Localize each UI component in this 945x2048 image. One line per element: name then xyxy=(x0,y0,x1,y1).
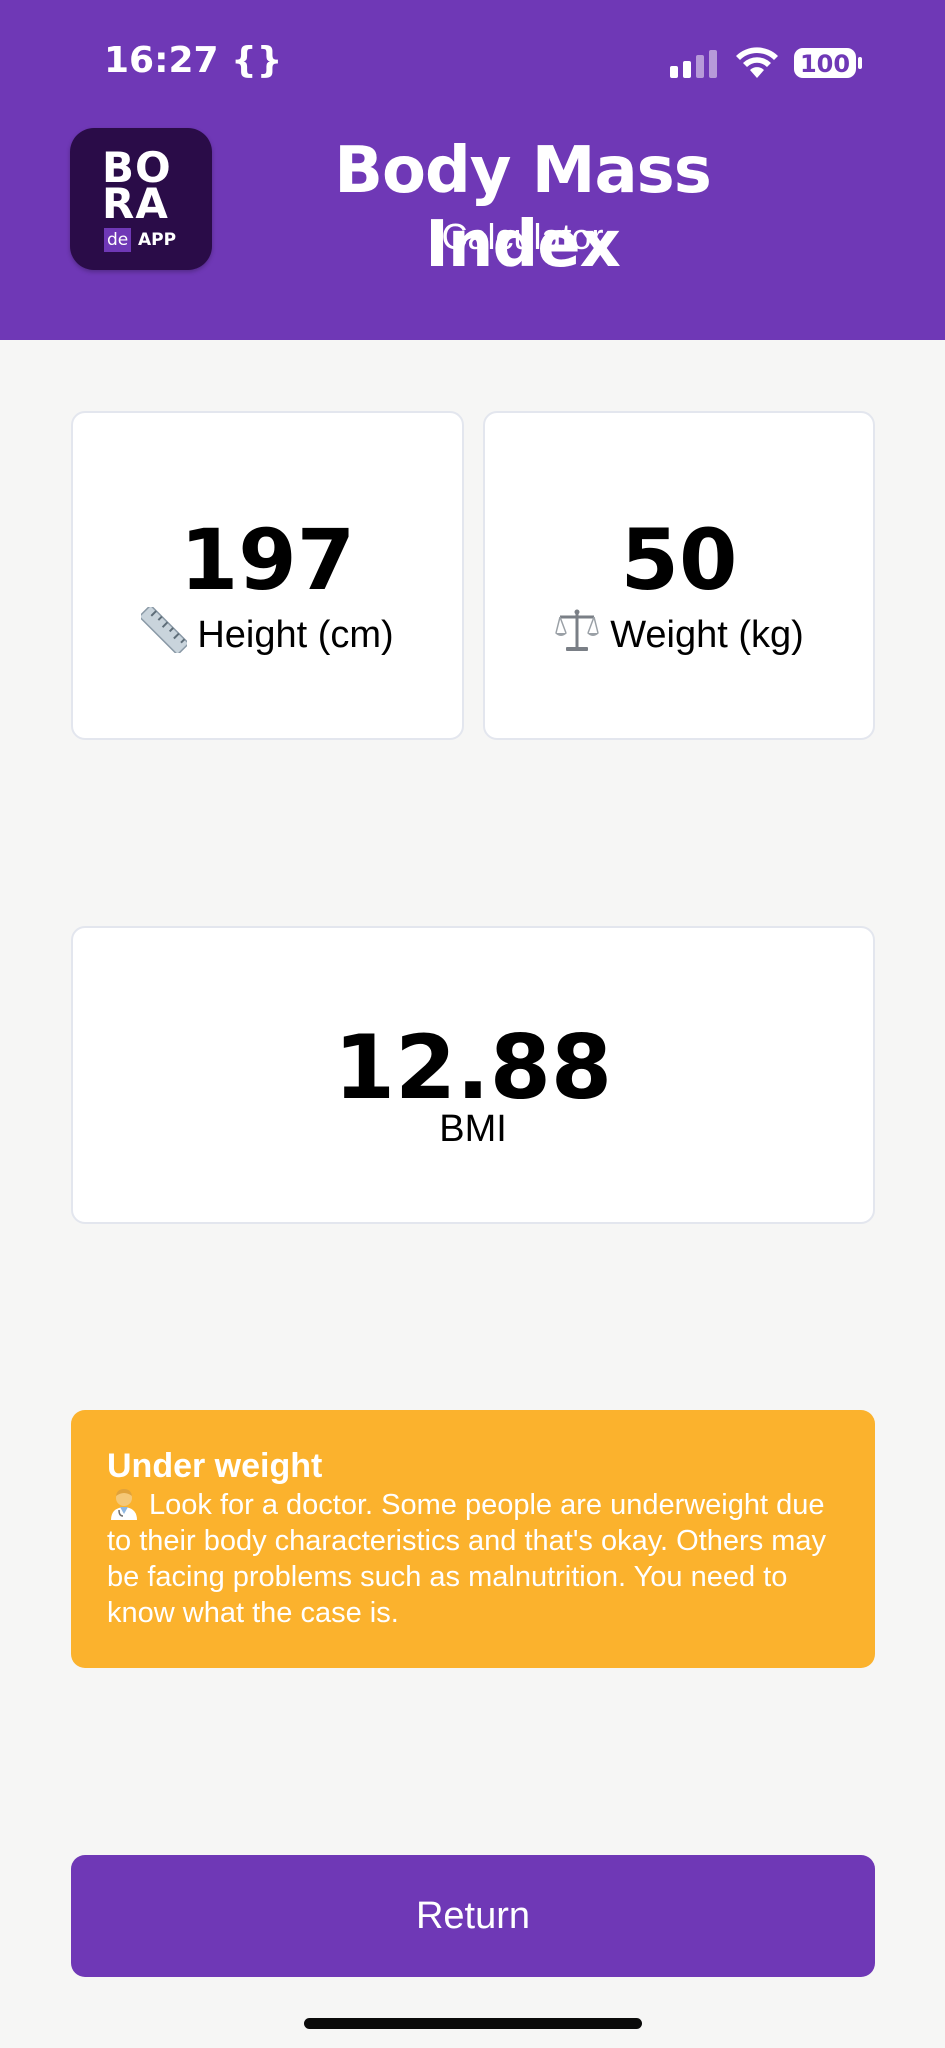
bmi-value: 12.88 xyxy=(333,1016,613,1119)
weight-card[interactable]: 50 Weight (kg) xyxy=(483,411,875,740)
logo-de: de xyxy=(104,228,132,252)
battery-level: 100 xyxy=(799,50,851,78)
advice-panel: Under weight Look for a doctor. Some peo… xyxy=(71,1410,875,1668)
battery-icon: 100 xyxy=(793,47,863,79)
cellular-signal-icon xyxy=(670,50,717,78)
height-label: Height (cm) xyxy=(197,614,394,656)
weight-value: 50 xyxy=(620,511,738,609)
bmi-result-card: 12.88 BMI xyxy=(71,926,875,1224)
bmi-label: BMI xyxy=(439,1108,507,1150)
height-label-row: Height (cm) xyxy=(73,607,462,657)
advice-text-block: Look for a doctor. Some people are under… xyxy=(107,1486,839,1631)
weight-label: Weight (kg) xyxy=(610,614,804,656)
advice-text: Look for a doctor. Some people are under… xyxy=(107,1489,827,1629)
app-logo: BO RA de APP xyxy=(70,128,212,270)
app-header: 16:27 {} 100 BO RA de APP Body Mass Inde… xyxy=(0,0,945,340)
advice-title: Under weight xyxy=(107,1447,323,1485)
home-indicator xyxy=(304,2018,642,2029)
status-time: 16:27 {} xyxy=(104,40,283,81)
logo-app: APP xyxy=(138,230,177,250)
height-card[interactable]: 197 Height (cm) xyxy=(71,411,464,740)
height-value: 197 xyxy=(179,511,356,609)
wifi-icon xyxy=(736,47,778,78)
page-title: Body Mass Index xyxy=(334,134,712,282)
scale-icon xyxy=(555,609,600,651)
logo-line-2: RA xyxy=(102,179,169,228)
doctor-icon xyxy=(111,1489,137,1520)
return-button[interactable]: Return xyxy=(71,1855,875,1977)
weight-label-row: Weight (kg) xyxy=(485,607,873,657)
ruler-icon xyxy=(141,607,188,653)
page-subtitle: Calculator xyxy=(441,216,604,257)
